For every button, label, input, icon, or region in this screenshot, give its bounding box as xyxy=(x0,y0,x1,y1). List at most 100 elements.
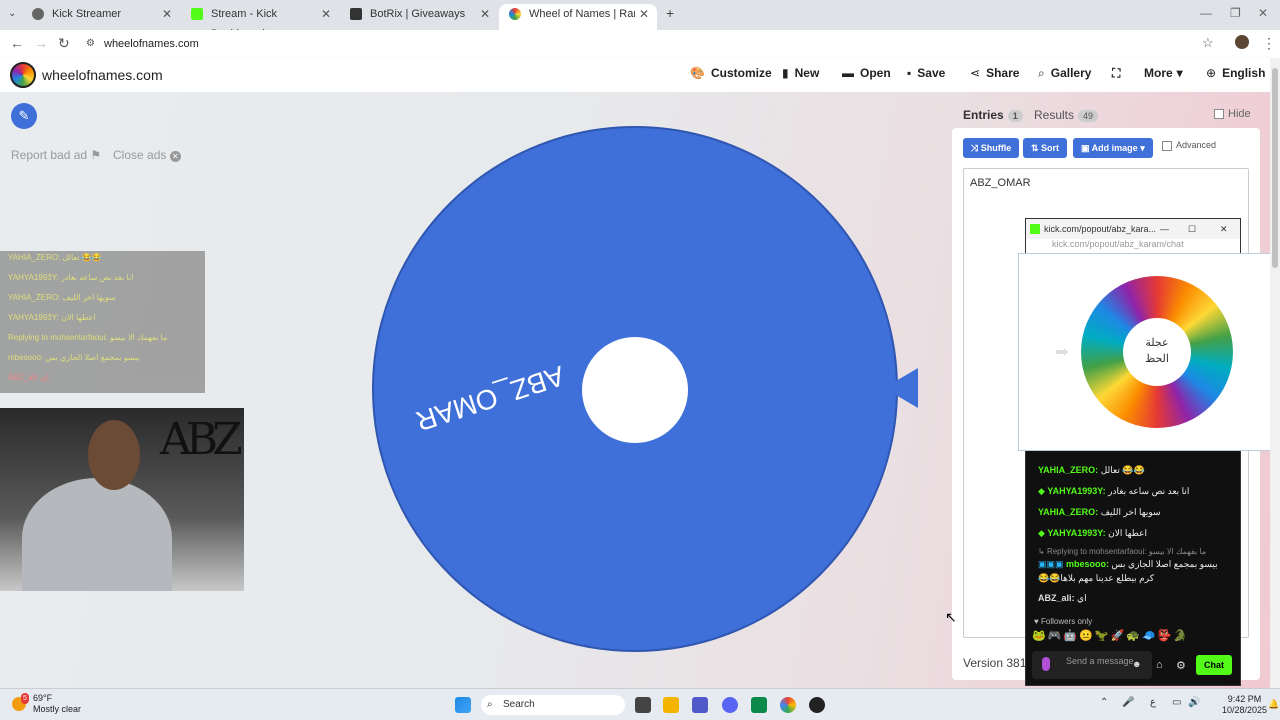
tab-botrix[interactable]: BotRix | Giveaways ✕ xyxy=(340,4,498,30)
emote-bar[interactable]: 🐸🎮🤖😐🦖🚀🐢🧢👺🐊 xyxy=(1032,629,1232,645)
discord-icon[interactable] xyxy=(722,697,738,713)
tab-entries[interactable]: Entries 1 xyxy=(963,108,1023,122)
mic-tray-icon[interactable]: 🎤 xyxy=(1122,697,1134,708)
chat-message: YAHIA_ZERO: تعالل 😂😂 xyxy=(1038,465,1145,476)
forward-icon[interactable]: → xyxy=(34,35,48,51)
diamond-badge-icon: ◆ xyxy=(1038,528,1048,538)
profile-avatar[interactable] xyxy=(1235,35,1249,49)
chrome-icon[interactable] xyxy=(780,697,796,713)
advanced-label: Advanced xyxy=(1176,140,1217,150)
hide-checkbox[interactable]: Hide xyxy=(1214,108,1251,120)
taskbar-search[interactable]: ⌕ Search xyxy=(481,695,625,715)
close-ads-link[interactable]: Close ads ✕ xyxy=(113,148,181,162)
chat-text: تعالل 😂😂 xyxy=(1100,465,1145,475)
search-icon: ⌕ xyxy=(487,699,493,710)
mic-icon[interactable] xyxy=(1042,657,1050,671)
tab-search-icon[interactable]: ⌄ xyxy=(8,8,16,19)
close-tab-icon[interactable]: ✕ xyxy=(639,4,649,24)
minimize-icon[interactable]: — xyxy=(1160,219,1169,239)
wheel-center-button[interactable] xyxy=(582,337,688,443)
tray-overflow-icon[interactable]: ⌃ xyxy=(1100,697,1108,708)
page-scrollbar[interactable] xyxy=(1270,58,1280,688)
scrollbar-thumb[interactable] xyxy=(1272,68,1278,268)
report-ad-link[interactable]: Report bad ad ⚑ xyxy=(11,148,101,162)
shuffle-icon: ⤨ xyxy=(971,143,981,153)
chat-send-button[interactable]: Chat xyxy=(1196,655,1232,675)
tab-results[interactable]: Results 49 xyxy=(1034,108,1099,122)
reload-icon[interactable]: ↻ xyxy=(58,35,70,52)
back-icon[interactable]: ← xyxy=(10,35,24,51)
clock-time: 9:42 PM xyxy=(1227,694,1262,704)
close-window-icon[interactable]: ✕ xyxy=(1220,219,1228,239)
flag-icon: ⚑ xyxy=(90,148,102,162)
sort-button[interactable]: ⇅ Sort xyxy=(1023,138,1068,158)
emoji-icon[interactable]: ☻ xyxy=(1132,659,1141,669)
tab-wheel-of-names[interactable]: Wheel of Names | Random nam ✕ xyxy=(499,4,657,30)
new-button[interactable]: ▮ New xyxy=(782,66,819,80)
site-logo-text[interactable]: wheelofnames.com xyxy=(42,67,163,83)
windows-start-icon[interactable] xyxy=(455,697,471,713)
notification-bell-icon[interactable]: 🔔 xyxy=(1268,699,1279,710)
restore-icon[interactable]: ❐ xyxy=(1230,6,1241,20)
minimize-icon[interactable]: — xyxy=(1200,6,1212,20)
task-view-icon[interactable] xyxy=(635,697,651,713)
fullscreen-button[interactable]: ⛶ xyxy=(1112,66,1120,81)
tab-kick-dashboard[interactable]: Stream - Kick Dashboard ✕ xyxy=(181,4,339,40)
shuffle-button[interactable]: ⤨ Shuffle xyxy=(963,138,1020,158)
chat-message: ▣▣▣ mbesooo: بيسو بمجمع اصلا الجازي بس xyxy=(1038,559,1218,570)
site-logo-icon[interactable] xyxy=(10,62,36,88)
chat-text: اي xyxy=(1077,593,1087,603)
network-icon[interactable]: ▭ xyxy=(1172,697,1181,708)
wheel-logo-icon xyxy=(509,8,521,20)
chat-username[interactable]: YAHIA_ZERO: xyxy=(1038,507,1098,517)
chat-username[interactable]: ABZ_ali: xyxy=(1038,593,1075,603)
edit-pencil-button[interactable]: ✎ xyxy=(11,103,37,129)
media-player-icon[interactable] xyxy=(809,697,825,713)
store-icon[interactable]: ⌂ xyxy=(1156,659,1163,671)
popout-url: kick.com/popout/abz_karam/chat xyxy=(1026,239,1240,253)
chat-username[interactable]: YAHYA1993Y: xyxy=(1047,486,1105,496)
teams-icon[interactable] xyxy=(692,697,708,713)
chat-username[interactable]: YAHIA_ZERO: xyxy=(1038,465,1098,475)
app-icon[interactable] xyxy=(751,697,767,713)
settings-gear-icon[interactable]: ⚙ xyxy=(1176,659,1186,672)
webcam-feed: ABZ xyxy=(0,408,244,591)
chat-username[interactable]: YAHYA1993Y: xyxy=(1047,528,1105,538)
share-label: Share xyxy=(986,66,1020,80)
file-explorer-icon[interactable] xyxy=(663,697,679,713)
wheel-preview-popup: ➡ عجلة الحظ xyxy=(1018,253,1280,451)
bookmark-star-icon[interactable]: ☆ xyxy=(1202,35,1214,51)
close-tab-icon[interactable]: ✕ xyxy=(321,4,331,24)
chat-username[interactable]: mbesooo: xyxy=(1066,559,1109,569)
language-button[interactable]: ⊕ English xyxy=(1206,66,1265,80)
advanced-checkbox[interactable]: Advanced xyxy=(1162,140,1216,151)
file-icon: ▮ xyxy=(782,66,789,80)
maximize-icon[interactable]: ☐ xyxy=(1188,219,1196,239)
site-info-icon[interactable]: ⚙ xyxy=(86,32,95,56)
close-tab-icon[interactable]: ✕ xyxy=(480,4,490,24)
close-tab-icon[interactable]: ✕ xyxy=(162,4,172,24)
weather-badge: 5 xyxy=(21,693,29,704)
clock-date: 10/28/2025 xyxy=(1222,705,1268,715)
url-field[interactable]: ⚙ wheelofnames.com xyxy=(80,32,1220,56)
add-image-button[interactable]: ▣ Add image ▾ xyxy=(1073,138,1153,158)
open-button[interactable]: ▬ Open xyxy=(842,66,891,80)
mouse-cursor-icon: ↖ xyxy=(945,609,957,625)
save-button[interactable]: ▪ Save xyxy=(907,66,945,80)
tab-kick-streamer[interactable]: Kick Streamer ✕ xyxy=(22,4,180,30)
arrow-right-icon: ➡ xyxy=(1055,344,1069,361)
kick-logo-icon xyxy=(1030,224,1040,234)
close-window-icon[interactable]: ✕ xyxy=(1258,6,1268,20)
customize-button[interactable]: 🎨 Customize xyxy=(690,66,772,80)
weather-widget[interactable]: 5 69°F Mostly clear xyxy=(12,693,81,715)
more-button[interactable]: More ▾ xyxy=(1144,66,1183,80)
gallery-button[interactable]: ⌕ Gallery xyxy=(1038,66,1091,81)
share-icon: ⋖ xyxy=(970,66,981,80)
volume-icon[interactable]: 🔊 xyxy=(1188,697,1200,708)
new-tab-button[interactable]: + xyxy=(666,5,674,21)
taskbar-clock[interactable]: 9:42 PM 10/28/2025 xyxy=(1222,694,1267,716)
chrome-menu-icon[interactable]: ⋮ xyxy=(1262,35,1276,52)
send-message-input[interactable]: Send a message ☻ xyxy=(1032,651,1152,679)
share-button[interactable]: ⋖ Share xyxy=(970,66,1019,80)
language-tray-icon[interactable]: ع xyxy=(1150,697,1156,708)
